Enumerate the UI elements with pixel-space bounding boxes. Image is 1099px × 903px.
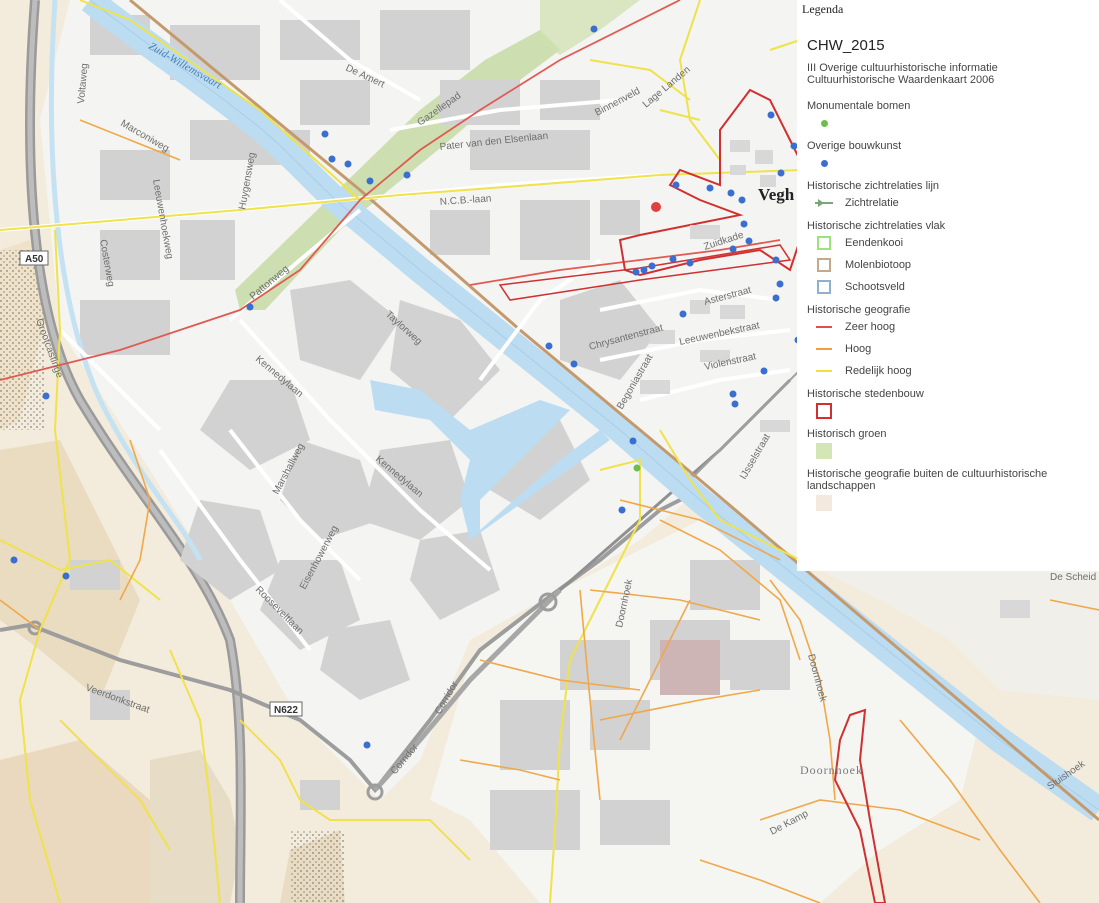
- bouwkunst-marker[interactable]: [679, 310, 687, 318]
- legend-label-zeer-hoog: Zeer hoog: [845, 321, 896, 333]
- label-doornhoek-place: Doornhoek: [800, 763, 863, 777]
- bouwkunst-marker[interactable]: [767, 111, 775, 119]
- legend-subtitle-2: Cultuurhistorische Waardenkaart 2006: [807, 74, 995, 86]
- bouwkunst-marker[interactable]: [629, 437, 637, 445]
- bouwkunst-marker[interactable]: [706, 184, 714, 192]
- buiten-fill-icon: [811, 494, 837, 512]
- label-town: Vegh: [758, 185, 795, 204]
- building-dot-icon: [811, 154, 837, 172]
- legend-label-redelijk-hoog: Redelijk hoog: [845, 365, 912, 377]
- bouwkunst-marker[interactable]: [363, 741, 371, 749]
- legend-group-zichtrelaties-vlak: Historische zichtrelaties vlak: [807, 220, 946, 232]
- monumentale-boom-marker[interactable]: [633, 464, 641, 472]
- legend-label-hoog: Hoog: [845, 343, 872, 355]
- shield-a50-text: A50: [25, 254, 44, 265]
- legend-item-zichtrelatie: Zichtrelatie: [807, 192, 1099, 214]
- legend-item-overige-bouwkunst: [807, 152, 1099, 174]
- groen-fill-icon: [811, 442, 837, 460]
- bouwkunst-marker[interactable]: [42, 392, 50, 400]
- bouwkunst-marker[interactable]: [738, 196, 746, 204]
- bouwkunst-marker[interactable]: [729, 390, 737, 398]
- bouwkunst-marker[interactable]: [545, 342, 553, 350]
- legend-group-monumentale-bomen: Monumentale bomen: [807, 100, 911, 112]
- sightline-arrow-icon: [811, 194, 837, 212]
- bouwkunst-marker[interactable]: [727, 189, 735, 197]
- stedenbouw-box-icon: [811, 402, 837, 420]
- eendenkooi-box-icon: [811, 234, 837, 252]
- shield-a50: A50: [19, 250, 49, 266]
- legend-layer-name: CHW_2015: [807, 37, 885, 54]
- bouwkunst-marker[interactable]: [640, 266, 648, 274]
- bouwkunst-marker[interactable]: [10, 556, 18, 564]
- shield-n622-text: N622: [274, 705, 298, 716]
- tree-dot-icon: [811, 114, 837, 132]
- bouwkunst-marker[interactable]: [740, 220, 748, 228]
- legend-item-redelijk-hoog: Redelijk hoog: [807, 360, 1099, 382]
- bouwkunst-marker[interactable]: [648, 262, 656, 270]
- building-reddish: [660, 640, 720, 695]
- legend-item-schootsveld: Schootsveld: [807, 276, 1099, 298]
- bouwkunst-marker[interactable]: [760, 367, 768, 375]
- legend-group-buiten: Historische geografie buiten de cultuurh…: [807, 468, 1048, 492]
- bouwkunst-marker[interactable]: [321, 130, 329, 138]
- legend-label-molenbiotoop: Molenbiotoop: [845, 259, 912, 271]
- legend-label-zichtrelatie: Zichtrelatie: [845, 197, 899, 209]
- legend-item-monumentale-bomen: [807, 112, 1099, 134]
- legend-label-schootsveld: Schootsveld: [845, 281, 905, 293]
- legend-group-geografie: Historische geografie: [807, 304, 911, 316]
- bouwkunst-marker[interactable]: [403, 171, 411, 179]
- legend-title: Legenda: [802, 2, 844, 16]
- label-de-scheid: De Scheid: [1050, 572, 1096, 583]
- legend-item-buiten: [807, 492, 1099, 514]
- bouwkunst-marker[interactable]: [669, 255, 677, 263]
- bouwkunst-marker[interactable]: [344, 160, 352, 168]
- bouwkunst-marker[interactable]: [772, 256, 780, 264]
- legend-group-overige-bouwkunst: Overige bouwkunst: [807, 140, 902, 152]
- bouwkunst-marker[interactable]: [632, 268, 640, 276]
- bouwkunst-marker[interactable]: [618, 506, 626, 514]
- legend-group-stedenbouw: Historische stedenbouw: [807, 388, 924, 400]
- legend-subtitle-1: III Overige cultuurhistorische informati…: [807, 62, 998, 74]
- bouwkunst-marker[interactable]: [672, 181, 680, 189]
- bouwkunst-marker[interactable]: [62, 572, 70, 580]
- bouwkunst-marker[interactable]: [366, 177, 374, 185]
- zeer-hoog-line-icon: [811, 318, 837, 336]
- schootsveld-box-icon: [811, 278, 837, 296]
- bouwkunst-marker[interactable]: [246, 303, 254, 311]
- monumentale-bomen-points: [633, 464, 641, 472]
- legend-label-eendenkooi: Eendenkooi: [845, 237, 904, 249]
- bouwkunst-marker[interactable]: [328, 155, 336, 163]
- bouwkunst-marker[interactable]: [745, 237, 753, 245]
- bouwkunst-marker[interactable]: [731, 400, 739, 408]
- dotted-texture-bottom: [290, 830, 345, 903]
- bouwkunst-marker[interactable]: [729, 245, 737, 253]
- legend-item-stedenbouw: [807, 400, 1099, 422]
- legend-item-groen: [807, 440, 1099, 462]
- hoog-line-icon: [811, 340, 837, 358]
- bouwkunst-marker[interactable]: [590, 25, 598, 33]
- legend-item-eendenkooi: Eendenkooi: [807, 232, 1099, 254]
- highlighted-marker[interactable]: [651, 202, 661, 212]
- legend-group-zichtrelaties-lijn: Historische zichtrelaties lijn: [807, 180, 940, 192]
- bouwkunst-marker[interactable]: [570, 360, 578, 368]
- legend-item-molenbiotoop: Molenbiotoop: [807, 254, 1099, 276]
- legend-item-hoog: Hoog: [807, 338, 1099, 360]
- bouwkunst-marker[interactable]: [776, 280, 784, 288]
- shield-n622: N622: [269, 701, 303, 717]
- legend-panel: Legenda CHW_2015 III Overige cultuurhist…: [797, 0, 1099, 571]
- legend-group-groen: Historisch groen: [807, 428, 887, 440]
- redelijk-hoog-line-icon: [811, 362, 837, 380]
- bouwkunst-marker[interactable]: [686, 259, 694, 267]
- molenbiotoop-box-icon: [811, 256, 837, 274]
- bouwkunst-marker[interactable]: [777, 169, 785, 177]
- legend-item-zeer-hoog: Zeer hoog: [807, 316, 1099, 338]
- bouwkunst-marker[interactable]: [772, 294, 780, 302]
